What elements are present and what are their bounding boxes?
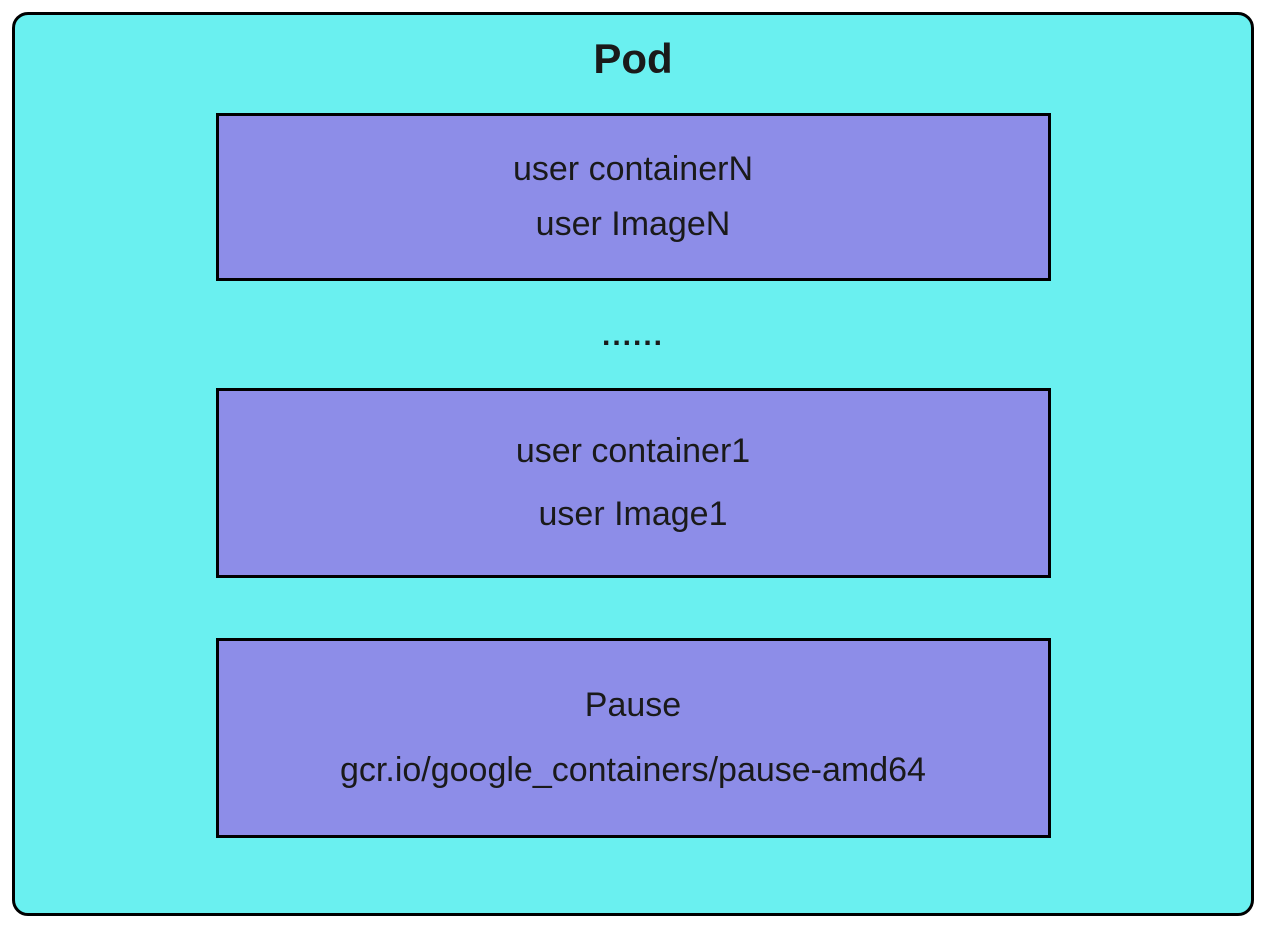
pause-name-label: Pause (585, 686, 681, 725)
user-container-n-box: user containerN user ImageN (216, 113, 1051, 281)
user-container-1-label: user container1 (516, 432, 750, 471)
user-container-1-box: user container1 user Image1 (216, 388, 1051, 578)
pod-container: Pod user containerN user ImageN ...... u… (12, 12, 1254, 916)
user-image-n-label: user ImageN (536, 205, 731, 244)
pause-container-box: Pause gcr.io/google_containers/pause-amd… (216, 638, 1051, 838)
pause-image-label: gcr.io/google_containers/pause-amd64 (340, 751, 926, 790)
user-image-1-label: user Image1 (539, 495, 728, 534)
pod-title: Pod (593, 35, 672, 83)
user-container-n-label: user containerN (513, 150, 753, 189)
ellipsis-separator: ...... (602, 319, 664, 353)
